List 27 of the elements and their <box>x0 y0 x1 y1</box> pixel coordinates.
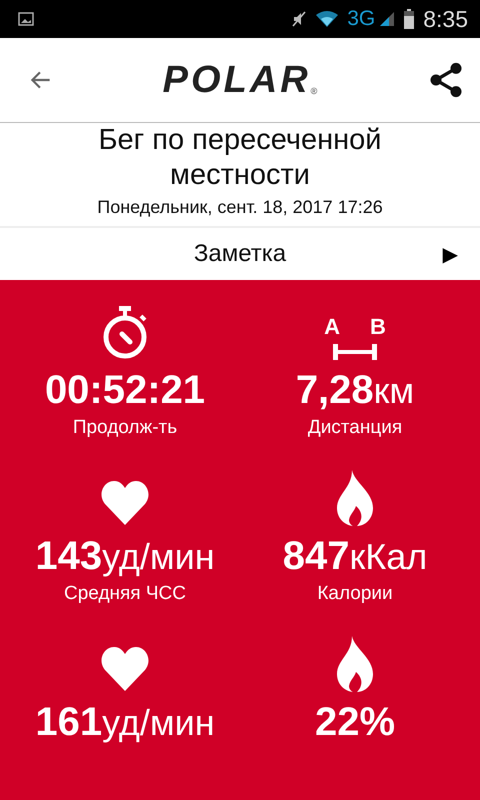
metric-value: 22% <box>314 700 396 745</box>
workout-title: Бег по пересеченной местности <box>97 123 383 193</box>
metric-label: Дистанция <box>308 417 402 439</box>
workout-date: Понедельник, сент. 18, 2017 17:26 <box>96 197 384 218</box>
flame-icon <box>336 636 374 692</box>
heart-icon <box>100 480 150 526</box>
flame-icon <box>336 470 374 526</box>
metric-label: Средняя ЧСС <box>64 583 186 605</box>
signal-icon <box>379 11 396 27</box>
image-icon <box>18 11 34 27</box>
note-label: Заметка <box>194 240 286 268</box>
wifi-icon <box>315 10 340 28</box>
metric-value: 00:52:21 <box>44 368 206 413</box>
metric-value: 143уд/мин <box>35 534 215 579</box>
heart-icon <box>100 646 150 692</box>
battery-icon <box>403 9 416 29</box>
metric-value: 161уд/мин <box>35 700 215 745</box>
clock-time: 8:35 <box>423 6 468 32</box>
mute-icon <box>291 10 308 28</box>
metric-value: 847кКал <box>282 534 428 579</box>
registered-mark: ® <box>310 86 318 96</box>
network-type: 3G <box>347 7 376 31</box>
polar-logo: POLAR <box>162 58 311 102</box>
play-arrow-icon[interactable]: ▶ <box>442 242 458 266</box>
metric-label: Калории <box>317 583 393 605</box>
metric-value: 7,28км <box>296 368 414 413</box>
metric-label: Продолж-ть <box>72 417 178 439</box>
